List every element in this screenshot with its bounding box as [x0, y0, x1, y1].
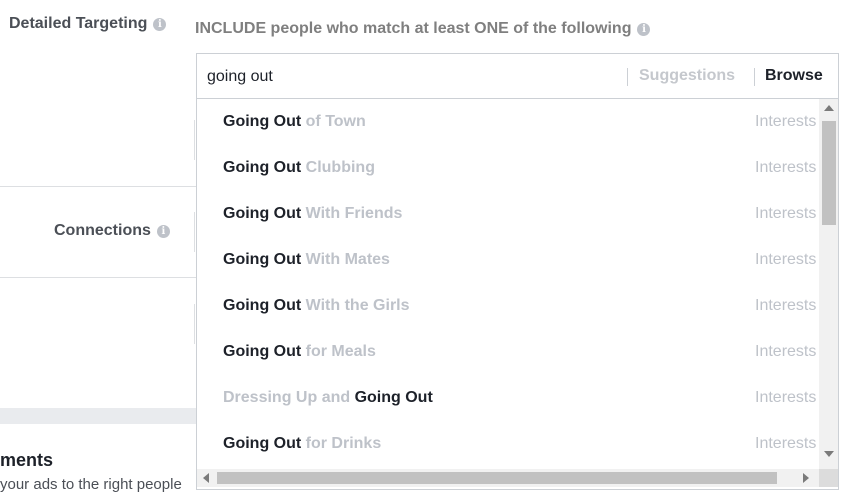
- suggestion-type: Interests: [755, 435, 817, 452]
- placements-description: your ads to the right people: [0, 476, 182, 493]
- vertical-scrollbar[interactable]: [819, 99, 838, 469]
- remainder-text: With the Girls: [301, 297, 410, 314]
- suggestion-name: Going Out for Drinks: [223, 435, 381, 453]
- suggestion-type: Interests: [755, 343, 817, 360]
- tab-browse[interactable]: Browse: [765, 67, 823, 85]
- suggestion-item[interactable]: Going Out With Mates Interests: [197, 237, 819, 283]
- suggestion-name: Going Out With Friends: [223, 205, 402, 223]
- scroll-up-arrow-icon[interactable]: [824, 105, 834, 111]
- prefix-text: Dressing Up and: [223, 389, 355, 406]
- remainder-text: With Mates: [301, 251, 390, 268]
- suggestion-item[interactable]: Going Out Clubbing Interests: [197, 145, 819, 191]
- suggestion-item[interactable]: Dressing Up and Going Out Interests: [197, 375, 819, 421]
- vertical-scroll-thumb[interactable]: [822, 121, 836, 225]
- info-icon[interactable]: i: [153, 18, 167, 31]
- connections-label: Connections i: [54, 222, 170, 240]
- suggestion-type: Interests: [755, 159, 817, 176]
- remainder-text: Clubbing: [301, 159, 375, 176]
- suggestion-name: Going Out With Mates: [223, 251, 390, 269]
- targeting-search-box: Suggestions Browse: [196, 53, 839, 99]
- horizontal-scrollbar[interactable]: [197, 469, 819, 487]
- suggestion-type: Interests: [755, 205, 817, 222]
- suggestion-item[interactable]: Going Out With Friends Interests: [197, 191, 819, 237]
- placements-title: ments: [0, 450, 54, 470]
- suggestion-name: Dressing Up and Going Out: [223, 389, 433, 407]
- detailed-targeting-label: Detailed Targeting i: [9, 15, 167, 33]
- scroll-right-arrow-icon[interactable]: [803, 473, 809, 483]
- suggestion-type: Interests: [755, 389, 817, 406]
- scrollbar-corner: [819, 469, 838, 487]
- include-heading-text: INCLUDE people who match at least ONE of…: [195, 20, 632, 37]
- suggestion-type: Interests: [755, 113, 817, 130]
- suggestion-name: Going Out With the Girls: [223, 297, 410, 315]
- remainder-text: for Drinks: [301, 435, 382, 452]
- scroll-left-arrow-icon[interactable]: [203, 473, 209, 483]
- suggestion-type: Interests: [755, 297, 817, 314]
- match-text: Going Out: [223, 435, 302, 452]
- remainder-text: for Meals: [301, 343, 376, 360]
- match-text: Going Out: [223, 205, 302, 222]
- suggestion-name: Going Out Clubbing: [223, 159, 375, 177]
- section-divider: [0, 186, 196, 187]
- suggestion-type: Interests: [755, 251, 817, 268]
- match-text: Going Out: [223, 251, 302, 268]
- section-separator-band: [0, 408, 196, 424]
- suggestion-item[interactable]: Going Out for Meals Interests: [197, 329, 819, 375]
- detailed-targeting-label-text: Detailed Targeting: [9, 15, 148, 32]
- tab-separator: [627, 68, 628, 86]
- suggestion-item[interactable]: Going Out of Town Interests: [197, 99, 819, 145]
- horizontal-scroll-thumb[interactable]: [217, 472, 777, 484]
- info-icon[interactable]: i: [156, 225, 170, 238]
- section-divider: [0, 277, 196, 278]
- suggestions-dropdown: Going Out of Town Interests Going Out Cl…: [196, 99, 839, 490]
- include-heading: INCLUDE people who match at least ONE of…: [195, 20, 651, 38]
- remainder-text: With Friends: [301, 205, 403, 222]
- scroll-down-arrow-icon[interactable]: [824, 451, 834, 457]
- suggestion-item[interactable]: Going Out for Drinks Interests: [197, 421, 819, 467]
- targeting-search-input[interactable]: [207, 64, 607, 90]
- match-text: Going Out: [354, 389, 433, 406]
- match-text: Going Out: [223, 343, 302, 360]
- remainder-text: of Town: [301, 113, 366, 130]
- match-text: Going Out: [223, 159, 302, 176]
- tab-suggestions[interactable]: Suggestions: [639, 67, 735, 85]
- connections-label-text: Connections: [54, 222, 151, 239]
- suggestion-name: Going Out of Town: [223, 113, 366, 131]
- suggestion-item[interactable]: Going Out With the Girls Interests: [197, 283, 819, 329]
- match-text: Going Out: [223, 297, 302, 314]
- match-text: Going Out: [223, 113, 302, 130]
- suggestion-name: Going Out for Meals: [223, 343, 376, 361]
- info-icon[interactable]: i: [637, 23, 651, 36]
- tab-separator: [754, 68, 755, 86]
